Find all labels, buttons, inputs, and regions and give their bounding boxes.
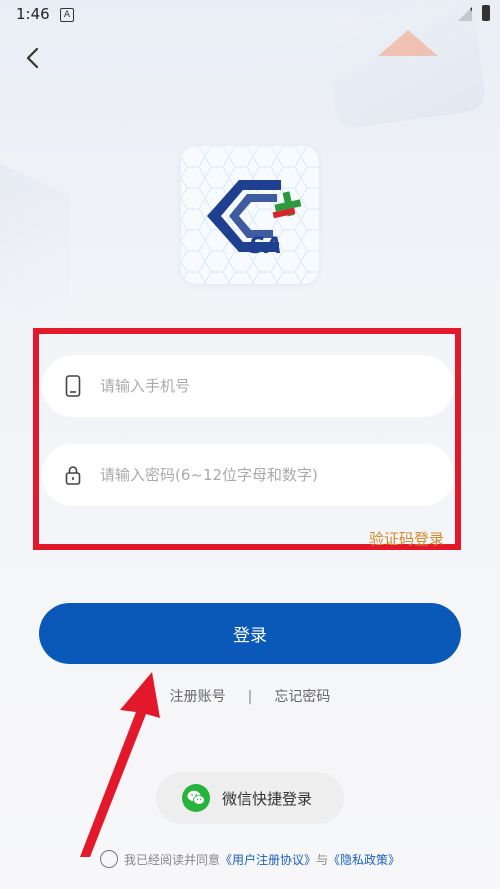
- wechat-icon: [182, 784, 210, 812]
- logo-text: SA: [249, 234, 282, 259]
- back-button[interactable]: [18, 43, 48, 73]
- register-link[interactable]: 注册账号: [170, 689, 226, 705]
- background-decoration: [0, 163, 70, 337]
- battery-icon: [482, 5, 490, 21]
- link-separator: |: [247, 689, 253, 705]
- app-logo: SA: [181, 146, 319, 284]
- agreement-text: 我已经阅读并同意: [123, 852, 220, 867]
- agreement-and: 与: [316, 852, 329, 867]
- code-login-link[interactable]: 验证码登录: [369, 528, 444, 549]
- background-decoration: [323, 0, 487, 130]
- forgot-password-link[interactable]: 忘记密码: [274, 689, 330, 705]
- phone-icon: [62, 375, 84, 397]
- account-links: 注册账号 | 忘记密码: [0, 686, 500, 706]
- wechat-login-button[interactable]: 微信快捷登录: [156, 772, 344, 824]
- accessibility-icon: A: [60, 8, 74, 22]
- phone-input[interactable]: [98, 376, 402, 396]
- agree-checkbox[interactable]: [99, 850, 118, 868]
- wechat-login-label: 微信快捷登录: [222, 789, 313, 808]
- agreement-row: 我已经阅读并同意 《用户注册协议》 与 《隐私政策》: [0, 850, 500, 868]
- password-field[interactable]: [42, 444, 454, 506]
- login-button[interactable]: 登录: [39, 603, 461, 664]
- status-time: 1:46: [16, 5, 50, 23]
- lock-icon: [62, 464, 84, 486]
- annotation-arrow: [80, 672, 160, 857]
- privacy-policy-link[interactable]: 《隐私政策》: [328, 851, 400, 868]
- password-input[interactable]: [98, 465, 402, 485]
- background-decoration: [378, 30, 438, 56]
- user-agreement-link[interactable]: 《用户注册协议》: [220, 851, 316, 868]
- chevron-left-icon: [26, 47, 39, 69]
- phone-field[interactable]: [42, 355, 454, 417]
